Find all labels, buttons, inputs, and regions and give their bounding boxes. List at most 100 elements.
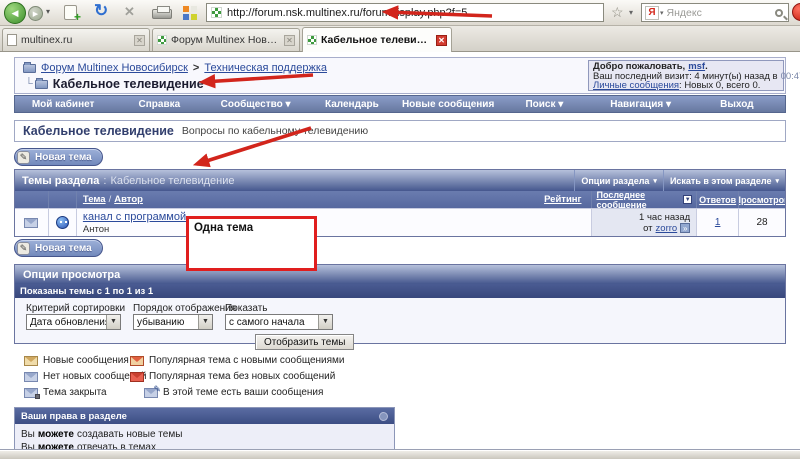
dropdown-arrow-icon: ▼ xyxy=(106,315,120,329)
legend-item: ✎ В этой теме есть ваши сообщения xyxy=(144,384,345,398)
breadcrumb-root-link[interactable]: Форум Multinex Новосибирск xyxy=(41,62,188,74)
nav-search[interactable]: Поиск ▾ xyxy=(496,99,592,110)
site-favicon xyxy=(211,7,222,18)
print-icon[interactable] xyxy=(152,6,172,19)
nav-community[interactable]: Сообщество ▾ xyxy=(208,99,304,110)
lock-icon xyxy=(35,393,40,399)
sort-order-select[interactable]: убыванию ▼ xyxy=(133,314,213,330)
collapse-panel-icon[interactable] xyxy=(379,411,388,421)
url-text[interactable]: http://forum.nsk.multinex.ru/forumdispla… xyxy=(227,7,467,19)
nav-new-messages[interactable]: Новые сообщения xyxy=(400,99,496,110)
rules-line: Вы можете создавать новые темы xyxy=(21,429,183,440)
nav-logout[interactable]: Выход xyxy=(689,99,785,110)
folder-icon xyxy=(34,77,48,89)
section-forum-name: Кабельное телевидение xyxy=(110,174,235,187)
search-input[interactable]: Я ▾ Яндекс xyxy=(641,3,789,22)
current-forum-crumb: └ Кабельное телевидение xyxy=(25,77,204,91)
bookmark-dropdown-icon[interactable]: ▾ xyxy=(629,8,633,17)
tab-title: Форум Multinex Новосибирск xyxy=(171,34,281,46)
speed-dial-icon[interactable] xyxy=(183,6,197,20)
section-search-menu[interactable]: Искать в этом разделе ▾ xyxy=(662,170,785,191)
lastpost-user-link[interactable]: zorro xyxy=(656,223,678,234)
pencil-icon: ✎ xyxy=(153,383,161,394)
forward-icon[interactable]: ▶ xyxy=(28,6,43,21)
go-to-last-post-icon[interactable]: » xyxy=(680,222,691,233)
sort-criteria-select[interactable]: Дата обновления ▼ xyxy=(26,314,121,330)
replies-count-link[interactable]: 1 xyxy=(715,217,721,228)
col-rating-link[interactable]: Рейтинг xyxy=(544,194,587,205)
section-header-bar: Темы раздела : Кабельное телевидение Опц… xyxy=(15,170,785,191)
tree-elbow-icon: └ xyxy=(25,78,33,90)
new-posts-icon xyxy=(24,355,38,366)
forum-description: Вопросы по кабельному телевидению xyxy=(181,125,369,137)
section-title: Темы раздела xyxy=(22,174,100,187)
tab-close-icon[interactable]: ✕ xyxy=(284,34,295,46)
threads-table: Темы раздела : Кабельное телевидение Опц… xyxy=(14,169,786,237)
folder-icon xyxy=(23,61,36,73)
bookmark-star-icon[interactable]: ☆ xyxy=(611,4,624,21)
tab-cable-tv[interactable]: Кабельное телевидение - Фору... ✕ xyxy=(302,27,452,52)
legend-item: Нет новых сообщений xyxy=(24,371,147,382)
col-author-link[interactable]: Автор xyxy=(114,194,143,205)
col-lastpost-link[interactable]: Последнее сообщение xyxy=(596,191,680,208)
closed-topic-icon xyxy=(24,387,40,399)
col-views-link[interactable]: Просмотров xyxy=(739,195,785,205)
sort-descending-icon[interactable]: ▼ xyxy=(683,195,693,204)
stop-icon[interactable]: ✕ xyxy=(124,4,135,20)
icon-legend: Новые сообщения Популярная тема с новыми… xyxy=(24,355,345,399)
show-from-select[interactable]: с самого начала ▼ xyxy=(225,314,333,330)
section-options-menu[interactable]: Опции раздела ▾ xyxy=(574,170,663,191)
tab-title: Кабельное телевидение - Фору... xyxy=(321,34,433,46)
thread-title-link[interactable]: канал с программой xyxy=(83,211,186,223)
tab-multinex[interactable]: multinex.ru ✕ xyxy=(2,28,150,51)
private-messages-link[interactable]: Личные сообщения xyxy=(593,80,679,91)
thread-status-icon xyxy=(55,216,69,229)
tab-close-icon[interactable]: ✕ xyxy=(134,34,145,46)
search-placeholder[interactable]: Яндекс xyxy=(667,7,775,19)
nav-calendar[interactable]: Календарь xyxy=(304,99,400,110)
new-tab-icon[interactable] xyxy=(64,5,81,24)
no-new-posts-icon xyxy=(24,217,39,228)
col-topic-link[interactable]: Тема xyxy=(83,194,106,205)
col-icon1 xyxy=(15,191,49,208)
legend-label: Популярная тема с новыми сообщениями xyxy=(149,355,345,366)
col-separator: / xyxy=(108,194,112,205)
col-replies-link[interactable]: Ответов xyxy=(699,195,736,205)
views-count: 28 xyxy=(756,217,768,228)
address-bar[interactable]: http://forum.nsk.multinex.ru/forumdispla… xyxy=(206,3,604,22)
annotation-note-box: Одна тема xyxy=(186,216,317,271)
back-icon[interactable]: ◀ xyxy=(4,2,26,24)
page-icon xyxy=(7,34,17,46)
yandex-engine-icon[interactable]: Я xyxy=(645,5,659,20)
rules-title: Ваши права в разделе xyxy=(21,410,127,422)
breadcrumb-separator: > xyxy=(192,62,200,74)
compose-icon: ✎ xyxy=(17,241,30,255)
new-topic-label: Новая тема xyxy=(35,242,92,254)
current-forum-name: Кабельное телевидение xyxy=(52,77,204,91)
nav-help[interactable]: Справка xyxy=(111,99,207,110)
new-topic-button[interactable]: ✎ Новая тема xyxy=(14,148,103,166)
new-topic-button[interactable]: ✎ Новая тема xyxy=(14,239,103,257)
apply-filter-button[interactable]: Отобразить темы xyxy=(255,334,355,350)
history-dropdown-icon[interactable]: ▾ xyxy=(46,7,50,16)
forum-favicon xyxy=(157,35,167,45)
nav-navigation[interactable]: Навигация ▾ xyxy=(593,99,689,110)
dropdown-arrow-icon: ▼ xyxy=(198,315,212,329)
new-topic-label: Новая тема xyxy=(35,151,92,163)
record-indicator-icon xyxy=(792,3,800,21)
legend-item: Популярная тема с новыми сообщениями xyxy=(130,355,345,366)
engine-dropdown-icon[interactable]: ▾ xyxy=(660,9,664,17)
tab-title: multinex.ru xyxy=(21,34,73,46)
breadcrumb-parent-link[interactable]: Техническая поддержка xyxy=(204,62,327,74)
legend-item: Тема закрыта xyxy=(24,387,130,399)
search-icon[interactable] xyxy=(775,8,783,17)
threads-column-header: Тема / Автор Рейтинг Последнее сообщение… xyxy=(15,191,785,208)
browser-toolbar: ◀ ▶ ▾ ↻ ✕ http://forum.nsk.multinex.ru/f… xyxy=(0,0,800,26)
nav-my-cabinet[interactable]: Мой кабинет xyxy=(15,99,111,110)
lastpost-by-prefix: от xyxy=(643,222,653,234)
own-posts-icon: ✎ xyxy=(144,384,161,398)
tab-forum-index[interactable]: Форум Multinex Новосибирск ✕ xyxy=(152,28,300,51)
refresh-icon[interactable]: ↻ xyxy=(94,1,108,21)
chevron-down-icon: ▾ xyxy=(775,177,779,185)
tab-close-icon[interactable]: ✕ xyxy=(436,34,447,46)
